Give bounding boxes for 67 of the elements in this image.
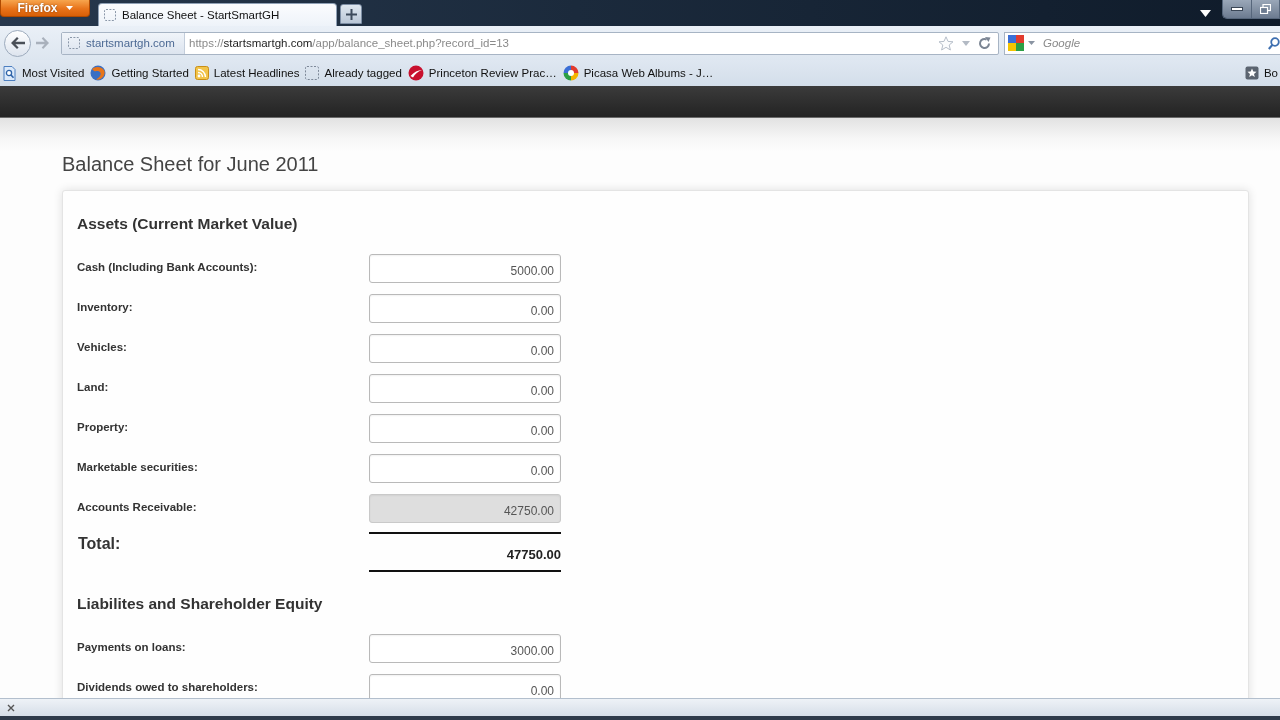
search-field[interactable]: Google [1004,31,1280,55]
minimize-button[interactable] [1223,0,1252,18]
left-arrow-icon [10,37,25,49]
section-heading: Liabilites and Shareholder Equity [77,595,323,613]
field-label: Marketable securities: [77,460,198,474]
section-heading: Assets (Current Market Value) [77,215,298,233]
minimize-icon [1230,7,1243,11]
caret-icon [1028,41,1035,45]
restore-button[interactable] [1251,0,1280,18]
field-label: Cash (Including Bank Accounts): [77,260,258,274]
search-input[interactable]: Google [1039,35,1264,51]
reload-icon [978,36,991,50]
right-arrow-icon [36,37,49,49]
amount-field[interactable]: 3000.00 [369,634,561,663]
address-bar[interactable]: startsmartgh.com https://startsmartgh.com/app/balance_sheet.php?record_id=13 [61,31,999,55]
search-engine-button[interactable] [1008,35,1035,51]
magnifier-document-icon [3,65,17,81]
feed-icon [194,66,209,80]
caret-icon [65,6,73,10]
site-identity-button[interactable]: startsmartgh.com [62,32,185,54]
bookmark-item[interactable]: Most Visited [1,63,87,83]
dashed-square-icon [305,66,320,80]
field-label: Vehicles: [77,340,127,354]
globe-icon [90,65,107,81]
reload-button[interactable] [978,36,991,50]
total-label: Total: [78,534,121,554]
back-button[interactable] [4,29,31,57]
restore-icon [1259,4,1271,14]
total-amount: 47750.00 [369,532,561,572]
new-tab-button[interactable] [340,4,362,24]
bookmark-item[interactable]: Getting Started [88,63,191,83]
search-icon[interactable] [1268,36,1280,50]
plus-icon [345,8,357,20]
swoosh-icon [407,65,424,81]
amount-field[interactable]: 0.00 [369,414,561,443]
amount-field[interactable]: 5000.00 [369,254,561,283]
url-text[interactable]: https://startsmartgh.com/app/balance_sheet.php?record_id=13 [189,36,509,50]
dashed-square-icon [104,9,116,21]
colored-tiles-icon [1008,35,1024,51]
field-label: Accounts Receivable: [77,500,197,514]
star-icon [938,35,954,51]
amount-field[interactable]: 0.00 [369,674,561,698]
bookmark-item[interactable]: Princeton Review Prac… [405,63,559,83]
close-button[interactable] [7,703,15,712]
field-label: Land: [77,380,109,394]
dashed-square-icon [68,37,80,49]
bookmark-item[interactable]: Picasa Web Albums - J… [560,63,716,83]
caret-icon [962,40,970,46]
tab-list-button[interactable] [1200,9,1211,17]
amount-field[interactable]: 0.00 [369,454,561,483]
pinwheel-icon [562,65,579,81]
bookmark-item[interactable]: Latest Headlines [192,63,302,83]
field-label: Inventory: [77,300,133,314]
close-icon [7,703,15,712]
bookmark-star-button[interactable] [938,35,954,51]
browser-tab[interactable]: Balance Sheet - StartSmartGH [98,3,337,26]
caret-icon [1200,9,1211,17]
page-title: Balance Sheet for June 2011 [62,152,319,176]
star-tile-icon [1244,66,1259,80]
bookmark-item[interactable]: Already tagged [303,63,404,83]
amount-field[interactable]: 0.00 [369,294,561,323]
amount-field[interactable]: 0.00 [369,334,561,363]
field-label: Dividends owed to shareholders: [77,680,258,694]
amount-field[interactable]: 0.00 [369,374,561,403]
bookmarks-menu-button[interactable]: Bo [1242,63,1280,83]
field-label: Property: [77,420,129,434]
field-label: Payments on loans: [77,640,186,654]
